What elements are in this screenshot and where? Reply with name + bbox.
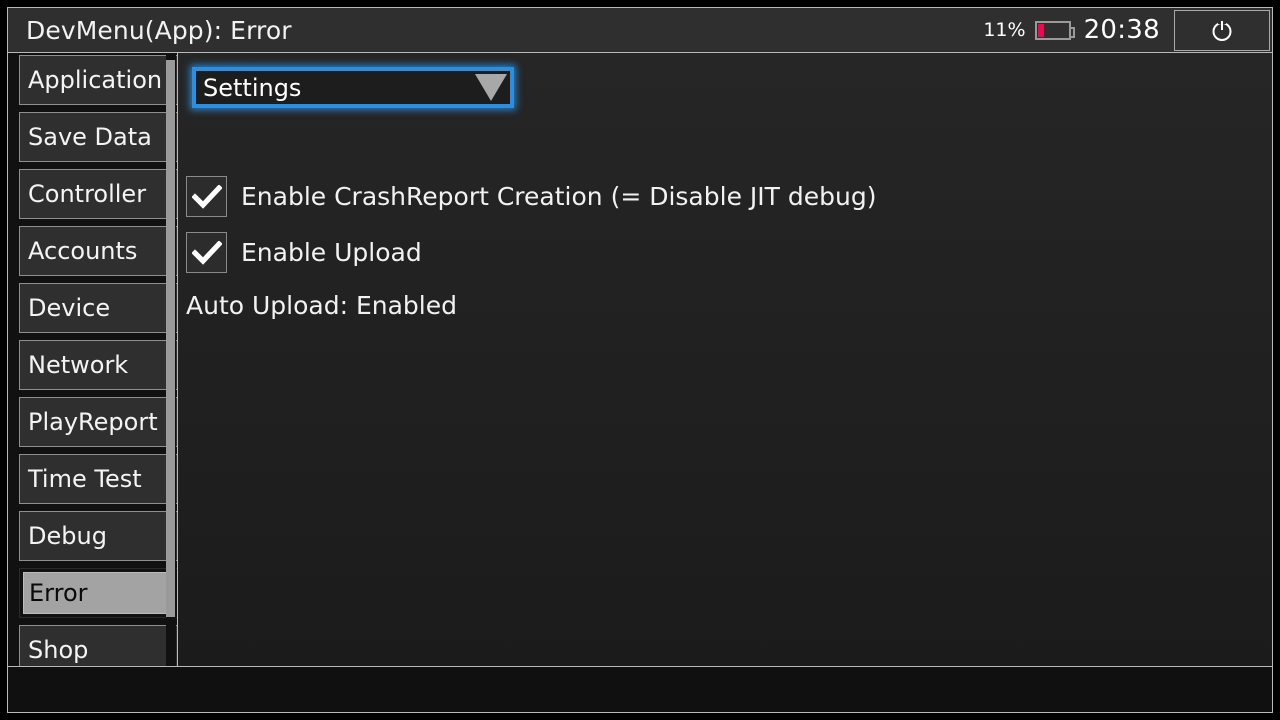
sidebar-item-playreport[interactable]: PlayReport	[19, 397, 177, 447]
battery-icon	[1034, 20, 1075, 40]
sidebar-item-label: Application	[28, 66, 163, 94]
sidebar-item-label: Accounts	[28, 237, 138, 265]
checkbox-label: Enable Upload	[241, 238, 422, 267]
sidebar-item-label: Error	[29, 579, 88, 607]
sidebar-item-shop[interactable]: Shop	[19, 625, 177, 667]
checkbox-row-crashreport[interactable]: Enable CrashReport Creation (= Disable J…	[186, 176, 876, 217]
devmenu-window: DevMenu(App): Error 11% 20:38 Applicatio…	[7, 7, 1273, 713]
check-icon	[191, 184, 222, 209]
battery-fill	[1037, 23, 1044, 37]
settings-dropdown[interactable]: Settings	[192, 67, 514, 108]
status-area: 11% 20:38	[983, 8, 1272, 52]
sidebar-item-label: Time Test	[28, 465, 142, 493]
sidebar-item-label: Shop	[28, 636, 89, 664]
clock-label: 20:38	[1083, 15, 1160, 45]
chevron-down-icon	[475, 74, 507, 101]
sidebar-item-label: Network	[28, 351, 129, 379]
checkbox-crashreport[interactable]	[186, 176, 227, 217]
sidebar-item-application[interactable]: Application	[19, 55, 177, 105]
power-button[interactable]	[1174, 9, 1270, 51]
sidebar-item-list: Application Save Data Controller Account…	[19, 55, 177, 667]
sidebar: Application Save Data Controller Account…	[8, 53, 178, 667]
dropdown-selected-value: Settings	[203, 73, 302, 102]
sidebar-item-error[interactable]: Error	[19, 568, 177, 618]
auto-upload-status-text: Auto Upload: Enabled	[186, 291, 457, 320]
sidebar-item-accounts[interactable]: Accounts	[19, 226, 177, 276]
sidebar-item-label: Controller	[28, 180, 147, 208]
checkbox-enable-upload[interactable]	[186, 232, 227, 273]
check-icon	[191, 240, 222, 265]
sidebar-item-label: Device	[28, 294, 111, 322]
sidebar-item-time-test[interactable]: Time Test	[19, 454, 177, 504]
content-panel: Settings Enable CrashReport Creation (= …	[178, 53, 1272, 667]
sidebar-item-device[interactable]: Device	[19, 283, 177, 333]
sidebar-item-controller[interactable]: Controller	[19, 169, 177, 219]
checkbox-label: Enable CrashReport Creation (= Disable J…	[241, 182, 877, 211]
dropdown-inner: Settings	[196, 71, 510, 104]
page-title: DevMenu(App): Error	[26, 15, 292, 45]
sidebar-item-debug[interactable]: Debug	[19, 511, 177, 561]
sidebar-item-label: Save Data	[28, 123, 152, 151]
sidebar-item-error-highlight: Error	[23, 572, 171, 614]
sidebar-item-save-data[interactable]: Save Data	[19, 112, 177, 162]
sidebar-item-label: Debug	[28, 522, 107, 550]
main-body: Application Save Data Controller Account…	[8, 53, 1272, 667]
checkbox-row-upload[interactable]: Enable Upload	[186, 232, 422, 273]
battery-percent-label: 11%	[983, 19, 1026, 41]
bottom-bar	[8, 666, 1272, 712]
title-bar: DevMenu(App): Error 11% 20:38	[8, 8, 1272, 53]
power-icon	[1212, 19, 1232, 41]
sidebar-item-network[interactable]: Network	[19, 340, 177, 390]
sidebar-scrollbar-track[interactable]	[166, 53, 176, 667]
sidebar-scrollbar-thumb[interactable]	[166, 60, 175, 617]
sidebar-item-label: PlayReport	[28, 408, 158, 436]
